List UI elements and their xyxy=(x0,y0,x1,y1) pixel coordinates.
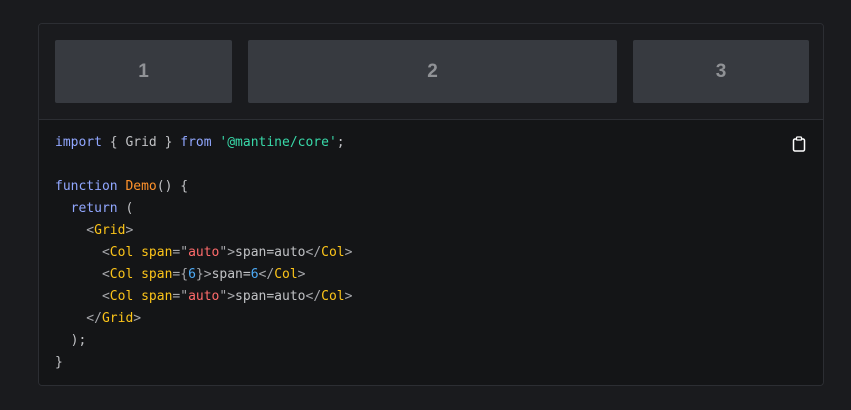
code-token: > xyxy=(133,311,142,326)
code-token: > xyxy=(297,267,306,282)
copy-code-button[interactable] xyxy=(789,134,809,154)
code-token: { Grid } xyxy=(101,135,181,150)
code-line: } xyxy=(55,355,63,370)
code-token: () { xyxy=(156,179,189,194)
code-token: </ xyxy=(305,245,322,260)
code-token: Col xyxy=(321,245,345,260)
code-token: span xyxy=(141,245,173,260)
code-token: "> xyxy=(219,289,236,304)
code-token: < xyxy=(55,223,95,238)
demo-card: 1 2 3 import { Grid } from '@mantine/cor… xyxy=(38,23,824,386)
code-token: from xyxy=(180,135,212,150)
code-text: import { Grid } from '@mantine/core'; fu… xyxy=(55,132,807,374)
code-token: span=auto xyxy=(235,245,306,260)
code-token: } xyxy=(55,355,63,370)
code-token: 6 xyxy=(250,267,259,282)
code-token: span= xyxy=(211,267,251,282)
code-token: return xyxy=(70,201,118,216)
grid-col-2: 2 xyxy=(248,40,617,103)
code-token: Grid xyxy=(101,311,134,326)
code-token: </ xyxy=(258,267,275,282)
code-token: "> xyxy=(219,245,236,260)
code-token: < xyxy=(55,289,110,304)
code-token: 6 xyxy=(188,267,196,282)
code-token: span xyxy=(141,289,173,304)
code-line: <Col span="auto">span=auto</Col> xyxy=(55,245,353,260)
code-line: <Grid> xyxy=(55,223,133,238)
grid-col-label: 2 xyxy=(427,60,438,82)
code-token: Col xyxy=(109,289,134,304)
code-token: Col xyxy=(109,245,134,260)
code-token: Col xyxy=(109,267,134,282)
code-token: Col xyxy=(274,267,298,282)
code-token: > xyxy=(344,289,353,304)
code-token: =" xyxy=(172,245,189,260)
grid-col-3: 3 xyxy=(633,40,809,103)
code-token: > xyxy=(344,245,353,260)
code-line: <Col span={6}>span=6</Col> xyxy=(55,267,306,282)
grid-col-label: 1 xyxy=(138,60,149,82)
code-line: import { Grid } from '@mantine/core'; xyxy=(55,135,345,150)
code-token: Grid xyxy=(94,223,126,238)
code-token: span xyxy=(141,267,173,282)
code-token: ={ xyxy=(172,267,189,282)
clipboard-icon xyxy=(792,136,806,152)
code-line: function Demo() { xyxy=(55,179,188,194)
code-line: </Grid> xyxy=(55,311,141,326)
code-line: return ( xyxy=(55,201,134,216)
code-token: auto xyxy=(188,289,220,304)
code-block[interactable]: import { Grid } from '@mantine/core'; fu… xyxy=(39,120,823,385)
code-token: function xyxy=(55,179,118,194)
code-token: Col xyxy=(321,289,345,304)
code-token: > xyxy=(125,223,134,238)
grid-preview: 1 2 3 xyxy=(39,24,823,120)
code-token: =" xyxy=(172,289,189,304)
code-token: '@mantine/core' xyxy=(219,135,337,150)
code-line: ); xyxy=(55,333,87,348)
grid-col-1: 1 xyxy=(55,40,232,103)
grid-col-label: 3 xyxy=(715,60,727,82)
code-token: < xyxy=(55,267,110,282)
code-token: }> xyxy=(195,267,212,282)
code-token: < xyxy=(55,245,110,260)
code-token: ; xyxy=(336,135,345,150)
code-token: ( xyxy=(117,201,134,216)
code-token: ); xyxy=(55,333,87,348)
code-token: span=auto xyxy=(235,289,306,304)
code-token: </ xyxy=(55,311,102,326)
code-line: <Col span="auto">span=auto</Col> xyxy=(55,289,353,304)
code-token: import xyxy=(55,135,102,150)
code-token: </ xyxy=(305,289,322,304)
code-token: Demo xyxy=(125,179,157,194)
code-token: auto xyxy=(188,245,220,260)
